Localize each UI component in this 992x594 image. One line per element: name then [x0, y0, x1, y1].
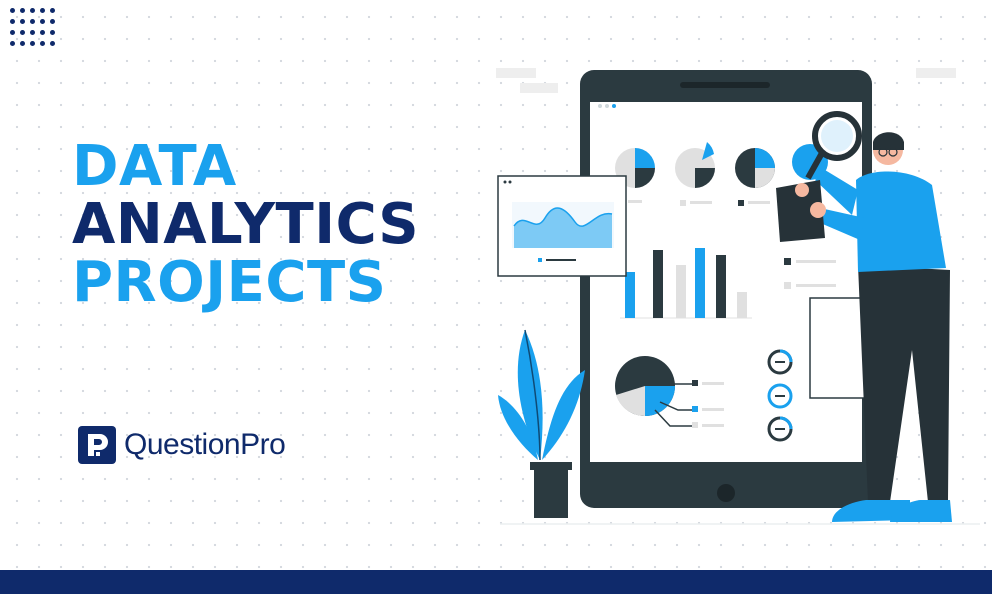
tablet-speaker: [680, 82, 770, 88]
title-line-data: DATA: [72, 134, 237, 199]
title-line-projects: PROJECTS: [72, 250, 387, 315]
brand-logo: QuestionPro: [78, 424, 286, 466]
line-chart-card: [497, 175, 627, 277]
dot-grid-icon: [8, 6, 56, 50]
plant-illustration: [498, 329, 585, 518]
brand-name: QuestionPro: [124, 428, 286, 461]
analytics-tablet-illustration: [496, 68, 980, 525]
page-title: DATA ANALYTICS PROJECTS: [72, 138, 419, 312]
title-line-analytics: ANALYTICS: [72, 192, 420, 257]
progress-rings: [767, 349, 793, 442]
tablet-home-button: [717, 484, 735, 502]
floating-bar: [916, 68, 956, 78]
floating-bar: [520, 83, 558, 93]
footer-bar: [0, 570, 992, 594]
questionpro-logo-icon: [78, 426, 116, 464]
floating-bar: [496, 68, 536, 78]
